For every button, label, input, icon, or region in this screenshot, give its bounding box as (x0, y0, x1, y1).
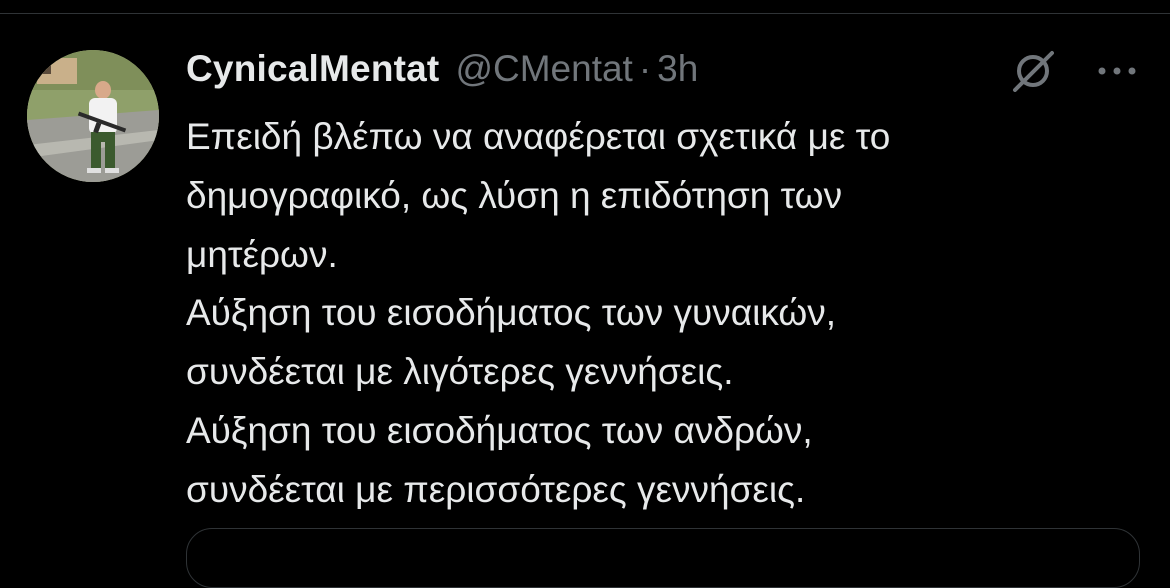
grok-icon[interactable] (1012, 50, 1054, 92)
tweet-text-line: Αύξηση του εισοδήματος των γυναικών, (186, 292, 837, 334)
tweet-text-line: Αύξηση του εισοδήματος των ανδρών, (186, 409, 813, 451)
tweet-text-line: συνδέεται με περισσότερες γεννήσεις. (186, 468, 806, 510)
tweet-text-line: δημογραφικό, ως λύση η επιδότηση των (186, 174, 843, 216)
tweet[interactable]: CynicalMentat @CMentat · 3h Επειδή βλέπω… (0, 14, 1170, 588)
author-handle[interactable]: @CMentat (455, 48, 632, 90)
tweet-header: CynicalMentat @CMentat · 3h (186, 48, 698, 92)
header-separator: · (638, 48, 652, 89)
top-divider (0, 0, 1170, 14)
tweet-text-line: συνδέεται με λιγότερες γεννήσεις. (186, 351, 734, 393)
author-display-name[interactable]: CynicalMentat (186, 48, 439, 90)
tweet-timestamp[interactable]: 3h (657, 48, 698, 90)
tweet-text: Επειδή βλέπω να αναφέρεται σχετικά με το… (186, 108, 1146, 520)
avatar[interactable] (27, 50, 159, 182)
quoted-tweet-card[interactable] (186, 528, 1140, 588)
more-options-icon[interactable] (1092, 54, 1142, 88)
tweet-text-line: μητέρων. (186, 233, 338, 275)
tweet-text-line: Επειδή βλέπω να αναφέρεται σχετικά με το (186, 116, 891, 157)
